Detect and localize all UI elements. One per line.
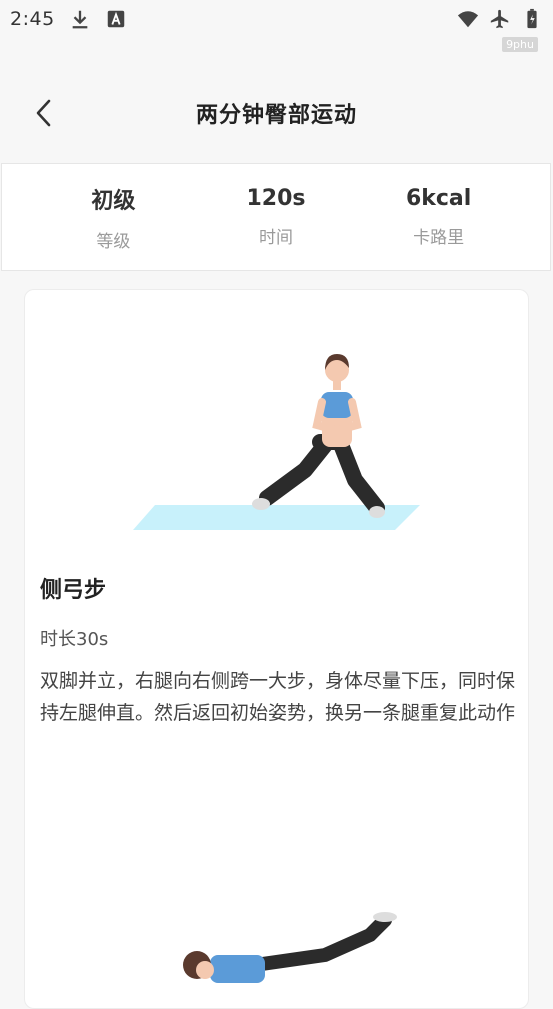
side-lunge-illustration: [133, 354, 420, 530]
download-icon: [72, 10, 88, 29]
wifi-icon: [457, 11, 479, 28]
status-left: 2:45: [10, 8, 127, 30]
font-icon: [107, 10, 124, 28]
exercise-name: 侧弓步: [40, 578, 107, 603]
stats-panel: 初级 等级 120s 时间 6kcal 卡路里: [1, 163, 551, 271]
exercise-description: 双脚并立，右腿向右侧跨一大步，身体尽量下压，同时保持左腿伸直。然后返回初始姿势，…: [40, 670, 516, 724]
exercise-card[interactable]: 侧弓步 时长30s 双脚并立，右腿向右侧跨一大步，身体尽量下压，同时保持左腿伸直…: [24, 289, 529, 1009]
status-time: 2:45: [10, 8, 55, 30]
stat-time: 120s 时间: [216, 186, 336, 248]
stat-label: 时间: [258, 228, 293, 248]
stat-value: 6kcal: [405, 186, 472, 211]
watermark: 9phu: [502, 37, 538, 52]
chevron-left-icon: [36, 99, 51, 127]
exercise-duration: 时长30s: [40, 629, 109, 650]
stat-value: 初级: [91, 188, 136, 214]
header: 两分钟臀部运动: [0, 80, 553, 146]
stat-value: 120s: [246, 186, 306, 211]
status-bar: 2:45: [0, 0, 553, 38]
battery-icon: [527, 8, 537, 29]
page-title: 两分钟臀部运动: [195, 103, 357, 128]
back-button[interactable]: [24, 93, 64, 133]
stat-label: 卡路里: [413, 228, 465, 248]
stat-calories: 6kcal 卡路里: [379, 186, 499, 248]
status-right: [457, 8, 543, 30]
stat-label: 等级: [96, 231, 131, 252]
airplane-icon: [490, 9, 509, 29]
stat-level: 初级 等级: [53, 183, 173, 252]
prone-leg-raise-illustration: [183, 912, 397, 983]
